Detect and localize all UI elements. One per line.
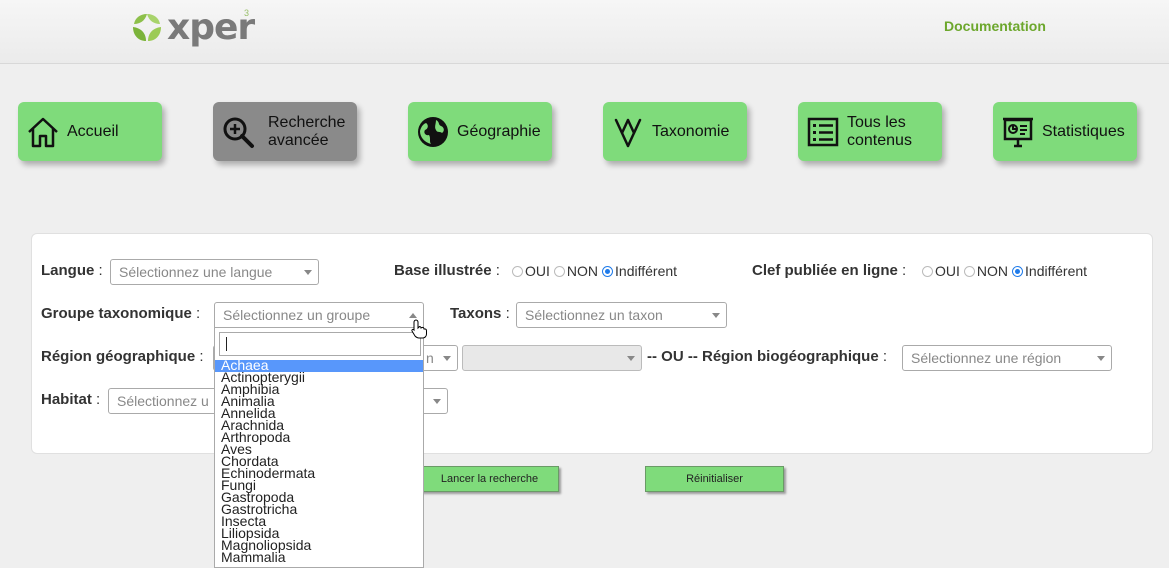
chevron-down-icon bbox=[433, 399, 441, 404]
clef-publiee-label: Clef publiée en ligne : bbox=[752, 262, 906, 279]
region-geographique-label: Région géographique : bbox=[41, 348, 204, 365]
radio-non[interactable] bbox=[553, 265, 565, 277]
nav-label: Statistiques bbox=[1042, 122, 1125, 140]
colon: : bbox=[495, 262, 500, 279]
region-bio-label-text: Région biogéographique bbox=[702, 348, 879, 365]
leaf-logo-icon bbox=[133, 14, 161, 41]
nav-label: Tous les contenus bbox=[847, 113, 912, 149]
nav-label: Géographie bbox=[457, 122, 541, 140]
dropdown-option[interactable]: Mammalia bbox=[215, 550, 423, 564]
radio-oui[interactable] bbox=[512, 265, 523, 277]
chevron-up-icon bbox=[409, 313, 417, 318]
colon: : bbox=[98, 262, 103, 279]
hand-cursor-icon bbox=[411, 319, 427, 339]
colon: : bbox=[902, 262, 907, 279]
taxons-label-text: Taxons bbox=[450, 305, 502, 322]
region-biogeographique-select[interactable]: Sélectionnez une région bbox=[902, 345, 1112, 371]
nav-label: Taxonomie bbox=[652, 122, 730, 140]
chevron-down-icon bbox=[627, 356, 635, 361]
tree-branch-icon bbox=[614, 118, 642, 147]
radio-label-indifferent: Indifférent bbox=[615, 263, 678, 279]
habitat-label: Habitat : bbox=[41, 391, 100, 408]
clef-publiee-radio-group: OUI NON Indifférent bbox=[918, 263, 1087, 279]
presentation-chart-icon bbox=[1003, 117, 1033, 147]
chevron-down-icon bbox=[304, 270, 312, 275]
dropdown-search-input[interactable] bbox=[219, 332, 421, 356]
langue-label-text: Langue bbox=[41, 262, 95, 279]
base-illustree-radio-group: OUI NON Indifférent bbox=[508, 263, 677, 279]
logo-text: xper bbox=[167, 7, 255, 48]
nav-accueil-button[interactable]: Accueil bbox=[18, 102, 162, 161]
clef-publiee-label-text: Clef publiée en ligne bbox=[752, 262, 898, 279]
search-plus-icon bbox=[223, 117, 254, 148]
nav-taxonomie-button[interactable]: Taxonomie bbox=[603, 102, 747, 161]
radio-label-oui: OUI bbox=[525, 263, 550, 279]
logo-superscript: 3 bbox=[244, 8, 250, 18]
radio-indifferent[interactable] bbox=[602, 265, 614, 277]
lancer-recherche-button[interactable]: Lancer la recherche bbox=[420, 466, 559, 492]
habitat-label-text: Habitat bbox=[41, 391, 92, 408]
region-geo-placeholder-fragment: n bbox=[426, 350, 434, 366]
base-illustree-label-text: Base illustrée bbox=[394, 262, 492, 279]
radio-label-non: NON bbox=[566, 263, 599, 279]
nav-tous-les-contenus-button[interactable]: Tous les contenus bbox=[798, 102, 942, 161]
colon: : bbox=[882, 348, 888, 365]
region-geographique-subselect[interactable] bbox=[462, 345, 642, 371]
base-illustree-label: Base illustrée : bbox=[394, 262, 500, 279]
langue-select[interactable]: Sélectionnez une langue bbox=[110, 259, 319, 285]
region-geo-label-text: Région géographique bbox=[41, 348, 196, 365]
groupe-placeholder: Sélectionnez un groupe bbox=[223, 307, 371, 323]
globe-icon bbox=[418, 116, 448, 147]
radio-non[interactable] bbox=[963, 265, 975, 277]
radio-oui[interactable] bbox=[922, 265, 933, 277]
ou-separator: -- OU -- bbox=[647, 348, 698, 365]
taxons-placeholder: Sélectionnez un taxon bbox=[525, 307, 663, 323]
habitat-placeholder: Sélectionnez u bbox=[117, 393, 209, 409]
chevron-down-icon bbox=[712, 313, 720, 318]
langue-placeholder: Sélectionnez une langue bbox=[119, 264, 273, 280]
radio-indifferent[interactable] bbox=[1012, 265, 1024, 277]
taxons-select[interactable]: Sélectionnez un taxon bbox=[516, 302, 727, 328]
groupe-dropdown: Achaea Actinopterygii Amphibia Animalia … bbox=[214, 328, 424, 568]
list-icon bbox=[807, 117, 839, 146]
nav-label: Recherche avancée bbox=[268, 113, 346, 149]
radio-label-non: NON bbox=[976, 263, 1009, 279]
nav-recherche-avancee-button[interactable]: Recherche avancée bbox=[213, 102, 357, 161]
radio-label-indifferent: Indifférent bbox=[1025, 263, 1088, 279]
nav-geographie-button[interactable]: Géographie bbox=[408, 102, 552, 161]
colon: : bbox=[505, 305, 510, 322]
reinitialiser-button[interactable]: Réinitialiser bbox=[645, 466, 784, 492]
region-bio-placeholder: Sélectionnez une région bbox=[911, 350, 1062, 366]
chevron-down-icon bbox=[443, 356, 451, 361]
groupe-label-text: Groupe taxonomique bbox=[41, 305, 192, 322]
langue-label: Langue : bbox=[41, 262, 103, 279]
colon: : bbox=[196, 305, 201, 322]
dropdown-options-list: Achaea Actinopterygii Amphibia Animalia … bbox=[215, 358, 423, 564]
radio-label-oui: OUI bbox=[935, 263, 960, 279]
text-caret bbox=[226, 337, 227, 351]
colon: : bbox=[96, 391, 101, 408]
home-icon bbox=[28, 117, 58, 147]
header-bar: xper 3 Documentation bbox=[0, 0, 1169, 64]
documentation-link[interactable]: Documentation bbox=[944, 18, 1046, 34]
chevron-down-icon bbox=[1097, 356, 1105, 361]
groupe-select[interactable]: Sélectionnez un groupe bbox=[214, 302, 424, 328]
groupe-taxonomique-label: Groupe taxonomique : bbox=[41, 305, 200, 322]
nav-statistiques-button[interactable]: Statistiques bbox=[993, 102, 1137, 161]
nav-label: Accueil bbox=[67, 122, 119, 140]
ou-separator-label: -- OU -- Région biogéographique : bbox=[647, 348, 887, 365]
taxons-label: Taxons : bbox=[450, 305, 510, 322]
colon: : bbox=[199, 348, 204, 365]
